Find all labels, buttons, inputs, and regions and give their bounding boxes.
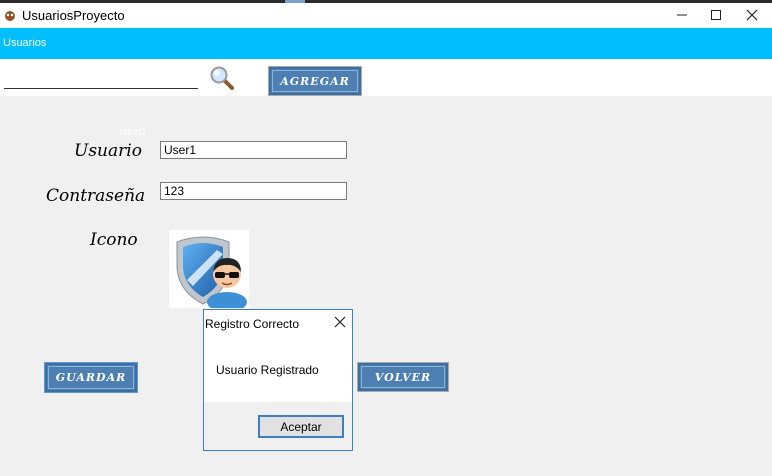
icon-label: Icono bbox=[90, 230, 138, 250]
app-icon bbox=[5, 11, 15, 21]
menu-bar: Usuarios bbox=[0, 28, 772, 59]
menu-item-usuarios[interactable]: Usuarios bbox=[3, 37, 46, 49]
message-dialog: Registro Correcto Usuario Registrado Ace… bbox=[203, 309, 353, 451]
window-title: UsuariosProyecto bbox=[22, 8, 125, 23]
dialog-message: Usuario Registrado bbox=[216, 363, 319, 377]
ghost-label: label1 bbox=[120, 127, 147, 138]
add-button[interactable]: Agregar bbox=[269, 67, 361, 95]
password-field[interactable] bbox=[160, 182, 347, 200]
shield-user-icon[interactable] bbox=[169, 230, 249, 312]
password-label: Contraseña bbox=[46, 186, 146, 206]
close-icon[interactable] bbox=[732, 3, 772, 27]
search-input[interactable] bbox=[4, 72, 198, 89]
usuario-label: Usuario bbox=[74, 141, 142, 161]
dialog-close-icon[interactable] bbox=[332, 313, 348, 331]
magnifier-icon[interactable] bbox=[208, 65, 238, 91]
usuario-field[interactable] bbox=[160, 141, 347, 159]
dialog-body: Usuario Registrado bbox=[204, 336, 352, 402]
title-bar: UsuariosProyecto bbox=[0, 3, 772, 27]
back-button[interactable]: Volver bbox=[358, 363, 448, 391]
ok-button[interactable]: Aceptar bbox=[258, 415, 344, 438]
toolbar bbox=[0, 59, 772, 96]
dialog-header: Registro Correcto bbox=[204, 310, 352, 336]
dialog-title: Registro Correcto bbox=[205, 317, 300, 331]
save-button[interactable]: Guardar bbox=[45, 363, 137, 392]
maximize-icon[interactable] bbox=[696, 3, 736, 27]
